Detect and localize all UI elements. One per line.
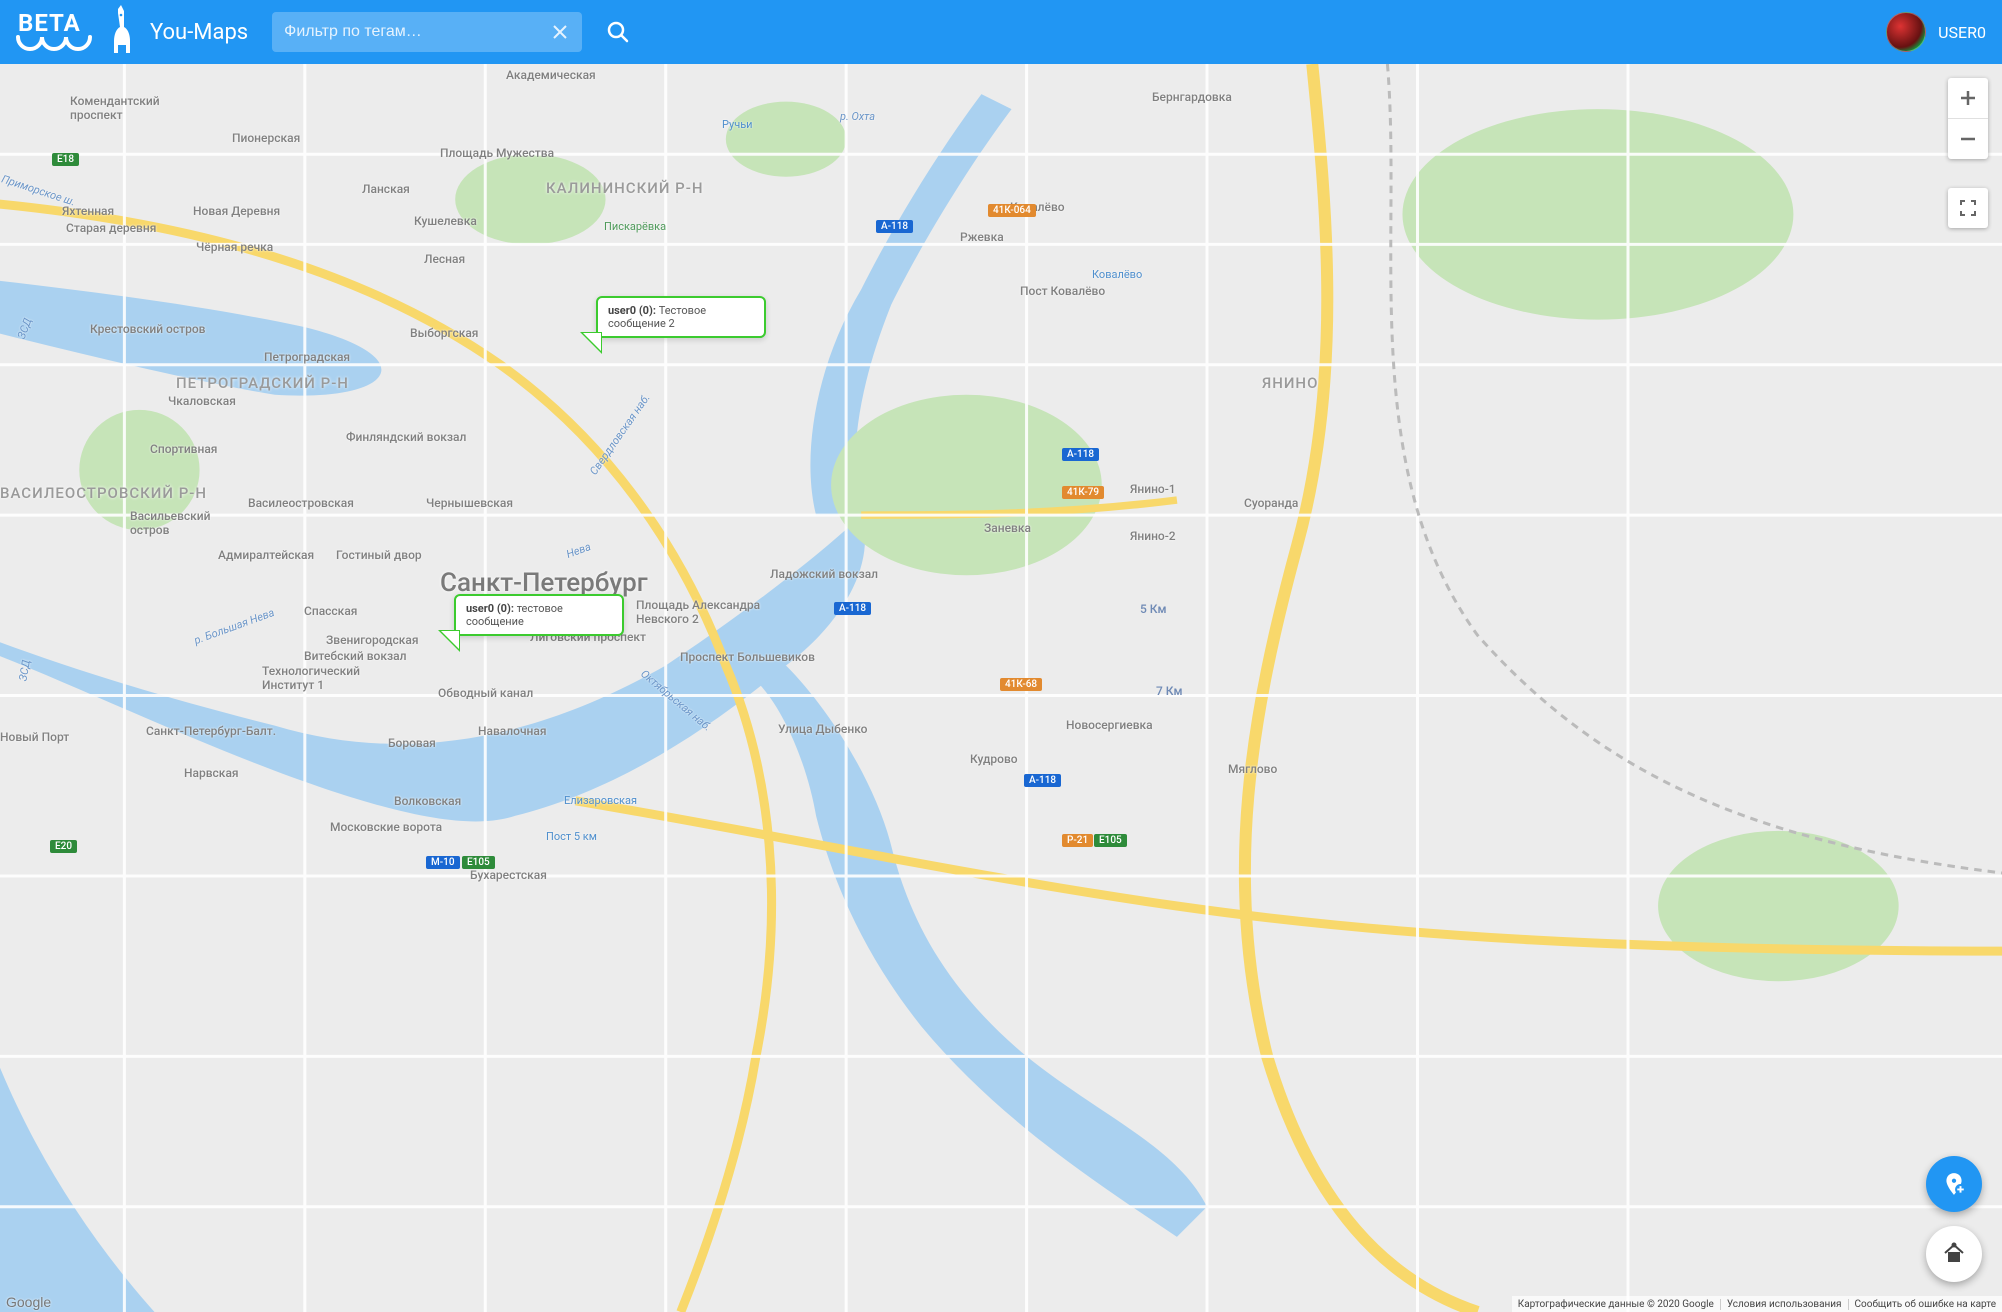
add-marker-button[interactable]	[1926, 1156, 1982, 1212]
message-author: user0 (0):	[608, 304, 659, 317]
map-terms[interactable]: Условия использования	[1720, 1299, 1848, 1310]
message-author: user0 (0):	[466, 602, 517, 615]
home-button[interactable]	[1926, 1226, 1982, 1282]
bubble-tail	[438, 630, 460, 652]
map-report[interactable]: Сообщить об ошибке на карте	[1848, 1299, 2002, 1310]
search-icon	[606, 20, 630, 44]
user-menu[interactable]: USER0	[1886, 12, 1986, 52]
app-title: You-Maps	[150, 20, 248, 45]
plus-icon	[1959, 89, 1977, 107]
map-copyright[interactable]: Картографические данные © 2020 Google	[1512, 1299, 1720, 1310]
filter-field[interactable]	[272, 12, 582, 52]
zoom-in-button[interactable]	[1948, 78, 1988, 118]
clear-icon[interactable]	[550, 22, 570, 42]
filter-input[interactable]	[284, 23, 550, 41]
home-icon	[1942, 1242, 1966, 1266]
map-canvas[interactable]: Санкт-Петербург КАЛИНИНСКИЙ Р-НПЕТРОГРАД…	[0, 64, 2002, 1312]
add-pin-icon	[1941, 1171, 1967, 1197]
llama-icon	[98, 5, 134, 57]
avatar	[1886, 12, 1926, 52]
search-button[interactable]	[598, 12, 638, 52]
bubble-tail	[580, 332, 602, 354]
zoom-out-button[interactable]	[1948, 119, 1988, 159]
logo[interactable]: BETA	[16, 7, 126, 57]
message-bubble[interactable]: user0 (0): тестовое сообщение	[454, 594, 624, 636]
map-background	[0, 64, 2002, 1312]
map-footer: Картографические данные © 2020 Google Ус…	[1512, 1296, 2002, 1312]
beta-logo: BETA	[16, 7, 126, 57]
username: USER0	[1938, 23, 1986, 42]
app-header: BETA You-Maps USER0	[0, 0, 2002, 64]
fullscreen-icon	[1959, 199, 1977, 217]
beta-text: BETA	[18, 9, 81, 37]
fullscreen-button[interactable]	[1948, 188, 1988, 228]
zoom-control	[1948, 78, 1988, 159]
minus-icon	[1959, 130, 1977, 148]
message-bubble[interactable]: user0 (0): Тестовое сообщение 2	[596, 296, 766, 338]
